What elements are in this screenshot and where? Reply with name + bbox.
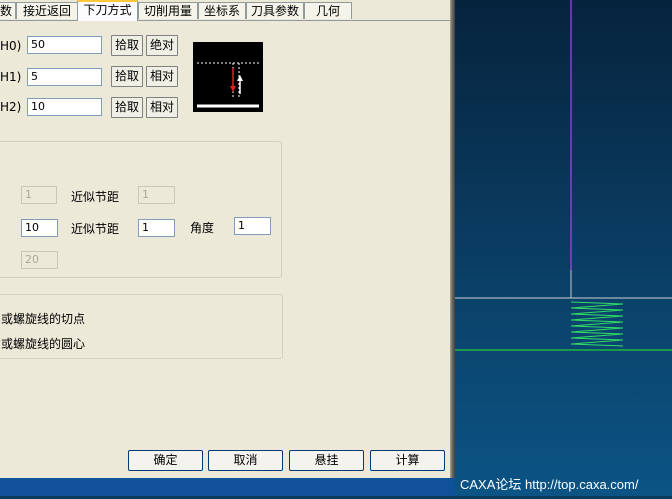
height-label-h2: H2) xyxy=(0,100,22,114)
height-label-h0: H0) xyxy=(0,39,22,53)
pick-button-h1[interactable]: 拾取 xyxy=(111,66,143,87)
group-row1-input[interactable]: 1 xyxy=(21,186,57,204)
cad-viewport[interactable] xyxy=(455,0,672,496)
tab-tool-params[interactable]: 刀具参数 xyxy=(246,2,304,19)
height-label-h1: H1) xyxy=(0,70,22,84)
tab-coordinate-system[interactable]: 坐标系 xyxy=(198,2,246,19)
calculate-button[interactable]: 计算 xyxy=(370,450,445,471)
group-row1-pitch-input[interactable]: 1 xyxy=(138,186,175,204)
taskbar-strip xyxy=(0,478,455,496)
group-row2-input[interactable]: 10 xyxy=(21,219,58,237)
tab-approach-return[interactable]: 接近返回 xyxy=(16,2,78,19)
tab-cutting-params[interactable]: 切削用量 xyxy=(138,2,198,19)
helix-tangent-option[interactable]: 或螺旋线的切点 xyxy=(1,312,85,326)
height-input-h1[interactable]: 5 xyxy=(27,68,102,86)
group-row1-label: 近似节距 xyxy=(71,190,120,204)
height-input-h0[interactable]: 50 xyxy=(27,36,102,54)
cancel-button[interactable]: 取消 xyxy=(208,450,283,471)
group-row3-input[interactable]: 20 xyxy=(21,251,58,269)
group-row2-pitch-input[interactable]: 1 xyxy=(138,219,175,237)
tab-plunge-mode[interactable]: 下刀方式 xyxy=(77,0,138,21)
pick-button-h2[interactable]: 拾取 xyxy=(111,97,143,118)
tab-geometry[interactable]: 几何 xyxy=(304,2,352,19)
pick-button-h0[interactable]: 拾取 xyxy=(111,35,143,56)
hang-button[interactable]: 悬挂 xyxy=(289,450,364,471)
tab-params[interactable]: 数 xyxy=(0,2,16,19)
forum-credit: CAXA论坛 http://top.caxa.com/ xyxy=(460,477,639,492)
tab-strip: 数 接近返回 下刀方式 切削用量 坐标系 刀具参数 几何 xyxy=(0,0,450,21)
tab-panel-border xyxy=(0,20,450,21)
helix-center-option[interactable]: 或螺旋线的圆心 xyxy=(1,337,85,351)
parameter-dialog: 数 接近返回 下刀方式 切削用量 坐标系 刀具参数 几何 H0) 50 拾取 绝… xyxy=(0,0,450,478)
height-input-h2[interactable]: 10 xyxy=(27,98,102,116)
mode-button-h0[interactable]: 绝对 xyxy=(146,35,178,56)
angle-label: 角度 xyxy=(190,221,215,235)
mode-button-h2[interactable]: 相对 xyxy=(146,97,178,118)
mode-button-h1[interactable]: 相对 xyxy=(146,66,178,87)
plunge-diagram-icon xyxy=(197,62,259,108)
angle-input[interactable]: 1 xyxy=(234,217,271,235)
plunge-preview-image xyxy=(193,42,263,112)
group-row2-label: 近似节距 xyxy=(71,222,120,236)
ok-button[interactable]: 确定 xyxy=(128,450,203,471)
toolpath-drawing xyxy=(455,0,672,351)
